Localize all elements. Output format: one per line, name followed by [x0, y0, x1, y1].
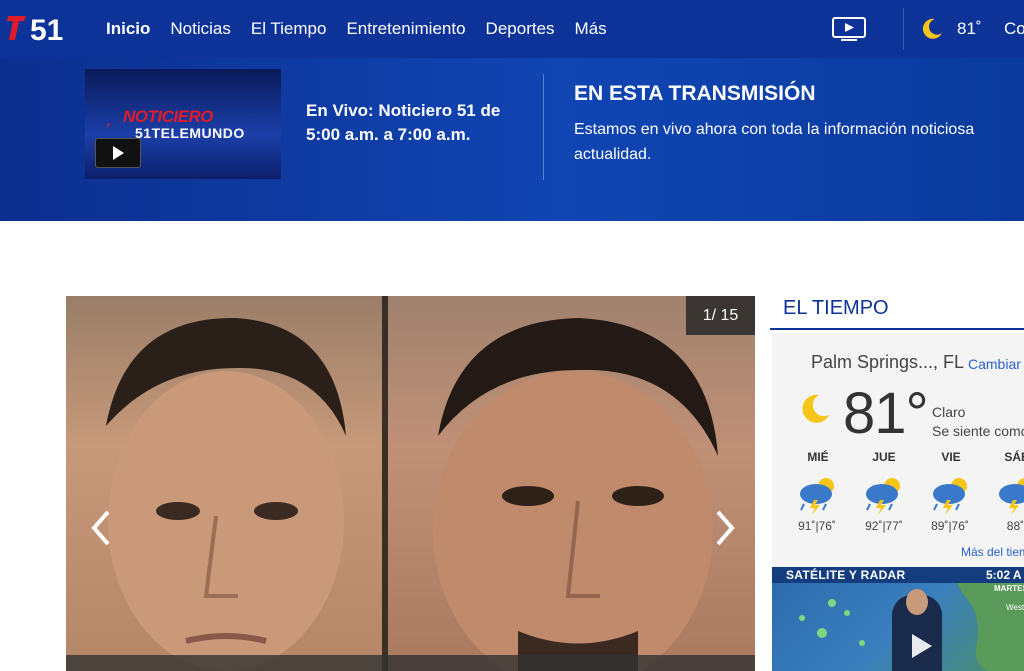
live-video-thumbnail[interactable]: NOTICIERO 51TELEMUNDO: [85, 69, 281, 179]
nav-link-entretenimiento[interactable]: Entretenimiento: [346, 19, 465, 39]
meteorologist-head: [906, 589, 928, 615]
mugshot-photo-right: [388, 296, 755, 671]
current-condition: Claro: [932, 404, 966, 420]
weather-section-title[interactable]: EL TIEMPO: [783, 297, 889, 320]
nav-link-deportes[interactable]: Deportes: [486, 19, 555, 39]
broadcast-description: Estamos en vivo ahora con toda la inform…: [574, 121, 975, 163]
more-weather-link[interactable]: Más del tiem: [961, 545, 1024, 559]
nav-link-noticias[interactable]: Noticias: [170, 19, 230, 39]
forecast-day-label: SÁB: [1004, 450, 1024, 464]
thunderstorm-icon: [866, 478, 900, 515]
thunderstorm-icon: [800, 478, 834, 515]
moon-icon: [802, 394, 829, 423]
radar-place-label: West: [1006, 603, 1024, 612]
radar-day: MARTES: [994, 584, 1024, 593]
feels-like-text: Se siente como: [932, 423, 1024, 439]
forecast-day-label: MIÉ: [807, 450, 829, 464]
radar-time: 5:02 A: [986, 568, 1022, 582]
photo-gallery[interactable]: 1/ 15: [66, 296, 755, 671]
satellite-radar-video[interactable]: SATÉLITE Y RADAR 5:02 A MARTES West: [772, 567, 1024, 671]
chevron-left-icon[interactable]: [86, 508, 116, 548]
forecast-high-low: 92˚|77˚: [865, 519, 903, 533]
moon-icon: [922, 18, 942, 39]
nav-link-inicio[interactable]: Inicio: [106, 19, 150, 39]
banner-divider: [543, 74, 544, 180]
change-location-link[interactable]: Cambiar: [968, 356, 1021, 372]
forecast-high-low: 89˚|76˚: [931, 519, 969, 533]
face-illustration-left: [106, 317, 346, 671]
forecast-day-label: VIE: [941, 450, 961, 464]
forecast-high-low: 88˚|: [1006, 519, 1024, 533]
thunderstorm-icon: [933, 478, 967, 515]
live-program-title[interactable]: En Vivo: Noticiero 51 de 5:00 a.m. a 7:0…: [306, 99, 526, 147]
weather-title-underline: [770, 328, 1024, 330]
thumbnail-subtitle-text: 51TELEMUNDO: [135, 125, 245, 141]
broadcast-heading: EN ESTA TRANSMISIÓN: [574, 82, 816, 105]
face-illustration-right: [433, 318, 718, 671]
play-button[interactable]: [95, 138, 141, 168]
radar-label: SATÉLITE Y RADAR: [786, 568, 906, 582]
weather-location: Palm Springs..., FL: [811, 352, 965, 372]
gallery-counter: 1/ 15: [686, 296, 755, 335]
nav-link-el-tiempo[interactable]: El Tiempo: [251, 19, 327, 39]
play-icon: [113, 146, 124, 160]
live-tv-icon[interactable]: [831, 16, 867, 42]
thunderstorm-icon: [999, 478, 1024, 515]
mugshot-photo-left: [66, 296, 384, 671]
nav-divider: [903, 8, 904, 50]
play-icon[interactable]: [906, 631, 936, 661]
forecast-day-label: JUE: [872, 450, 896, 464]
telemundo-51-logo[interactable]: 51: [6, 12, 70, 44]
main-nav: Inicio Noticias El Tiempo Entretenimient…: [106, 0, 627, 58]
thumbnail-title-text: NOTICIERO: [123, 107, 213, 126]
current-temperature: 81°: [843, 381, 929, 446]
chevron-right-icon[interactable]: [710, 508, 740, 548]
top-nav-bar: 51 Inicio Noticias El Tiempo Entretenimi…: [0, 0, 1024, 58]
forecast-high-low: 91˚|76˚: [798, 519, 836, 533]
live-broadcast-banner: NOTICIERO 51TELEMUNDO En Vivo: Noticiero…: [0, 58, 1024, 221]
nav-link-truncated[interactable]: Co: [1004, 19, 1024, 39]
gallery-caption-bar: [66, 655, 755, 671]
svg-text:51: 51: [30, 14, 63, 44]
nav-temperature[interactable]: 81˚: [957, 19, 982, 39]
nav-link-mas[interactable]: Más: [575, 19, 607, 39]
